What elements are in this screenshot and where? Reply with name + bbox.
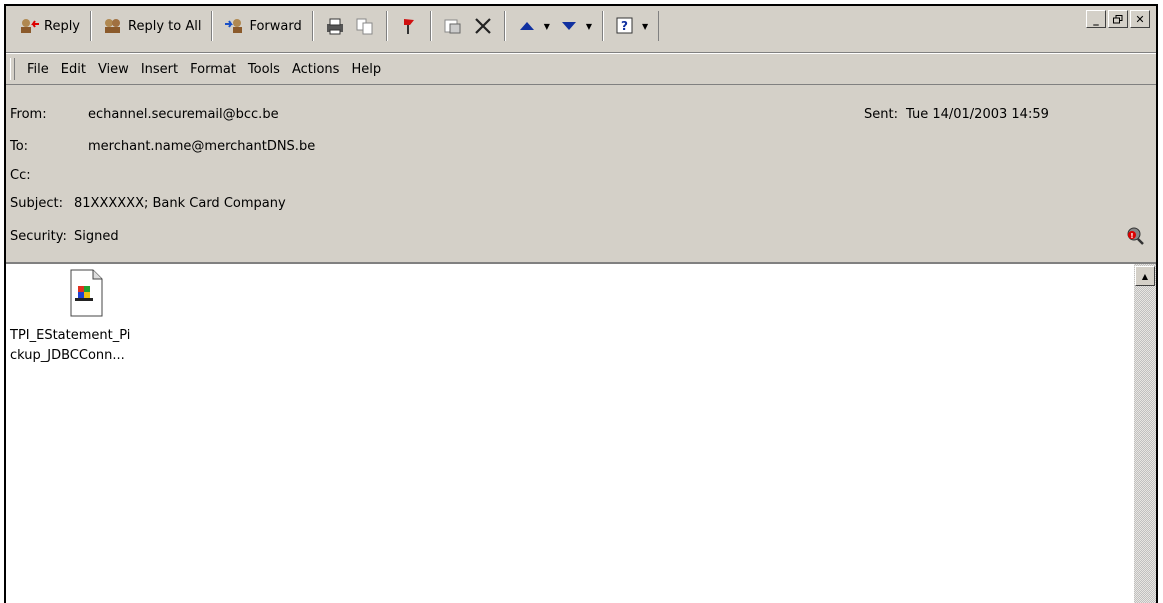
scroll-up-button[interactable]: ▲ xyxy=(1135,266,1155,286)
message-header: From: echannel.securemail@bcc.be Sent: T… xyxy=(6,85,1156,261)
menu-help[interactable]: Help xyxy=(345,62,387,77)
message-window: Reply Reply to All Forward ▼ ▼ ? ▼ _ ✕ F… xyxy=(4,4,1158,603)
forward-button[interactable]: Forward xyxy=(219,13,305,39)
security-value: Signed xyxy=(74,229,119,244)
restore-icon xyxy=(1113,14,1123,23)
subject-label: Subject: xyxy=(10,196,63,211)
move-button[interactable] xyxy=(438,13,468,39)
restore-button[interactable] xyxy=(1108,10,1128,28)
reply-label: Reply xyxy=(44,18,81,34)
previous-dropdown-icon[interactable]: ▼ xyxy=(544,22,550,31)
from-label: From: xyxy=(10,107,47,122)
svg-text:!: ! xyxy=(1130,232,1133,240)
reply-icon xyxy=(18,15,40,37)
sent-value: Tue 14/01/2003 14:59 xyxy=(906,107,1049,122)
delete-button[interactable] xyxy=(468,13,498,39)
menu-tools[interactable]: Tools xyxy=(242,62,286,77)
attachment-name: TPI_EStatement_Pi ckup_JDBCConn... xyxy=(10,326,140,366)
menu-format[interactable]: Format xyxy=(184,62,242,77)
help-icon: ? xyxy=(614,15,636,37)
next-icon xyxy=(558,15,580,37)
previous-item-button[interactable]: ▼ xyxy=(512,13,554,39)
cc-label: Cc: xyxy=(10,168,31,183)
window-controls: _ ✕ xyxy=(1086,10,1150,28)
print-icon xyxy=(324,15,346,37)
print-button[interactable] xyxy=(320,13,350,39)
flag-button[interactable] xyxy=(394,13,424,39)
forward-icon xyxy=(223,15,245,37)
reply-all-button[interactable]: Reply to All xyxy=(98,13,205,39)
to-value[interactable]: merchant.name@merchantDNS.be xyxy=(88,139,315,154)
message-body: TPI_EStatement_Pi ckup_JDBCConn... ▲ xyxy=(6,262,1156,603)
next-item-button[interactable]: ▼ xyxy=(554,13,596,39)
reply-all-icon xyxy=(102,15,124,37)
menu-actions[interactable]: Actions xyxy=(286,62,346,77)
minimize-button[interactable]: _ xyxy=(1086,10,1106,28)
help-button[interactable]: ? ▼ xyxy=(610,13,652,39)
reply-all-label: Reply to All xyxy=(128,18,202,34)
delete-icon xyxy=(472,15,494,37)
attachment-name-line2: ckup_JDBCConn... xyxy=(10,348,125,363)
toolbar: Reply Reply to All Forward ▼ ▼ ? ▼ _ ✕ xyxy=(6,6,1156,53)
vertical-scrollbar[interactable]: ▲ xyxy=(1134,264,1156,603)
copy-button[interactable] xyxy=(350,13,380,39)
from-value[interactable]: echannel.securemail@bcc.be xyxy=(88,107,279,122)
scroll-up-arrow-icon: ▲ xyxy=(1141,271,1149,281)
security-label: Security: xyxy=(10,229,67,244)
subject-value: 81XXXXXX; Bank Card Company xyxy=(74,196,286,211)
attachment-name-line1: TPI_EStatement_Pi xyxy=(10,328,131,343)
close-button[interactable]: ✕ xyxy=(1130,10,1150,28)
flag-icon xyxy=(398,15,420,37)
menu-view[interactable]: View xyxy=(92,62,135,77)
menu-grip[interactable] xyxy=(10,58,15,80)
menu-edit[interactable]: Edit xyxy=(55,62,92,77)
copy-icon xyxy=(354,15,376,37)
menu-insert[interactable]: Insert xyxy=(135,62,184,77)
svg-text:?: ? xyxy=(621,19,628,33)
security-warning-icon[interactable]: ! xyxy=(1124,225,1146,251)
menu-bar: File Edit View Insert Format Tools Actio… xyxy=(6,53,1156,85)
menu-file[interactable]: File xyxy=(21,62,55,77)
forward-label: Forward xyxy=(249,18,302,34)
previous-icon xyxy=(516,15,538,37)
sent-label: Sent: xyxy=(864,107,898,122)
reply-button[interactable]: Reply xyxy=(14,13,84,39)
move-icon xyxy=(442,15,464,37)
help-dropdown-icon[interactable]: ▼ xyxy=(642,22,648,31)
attachment-file-icon xyxy=(66,268,106,322)
next-dropdown-icon[interactable]: ▼ xyxy=(586,22,592,31)
to-label: To: xyxy=(10,139,29,154)
